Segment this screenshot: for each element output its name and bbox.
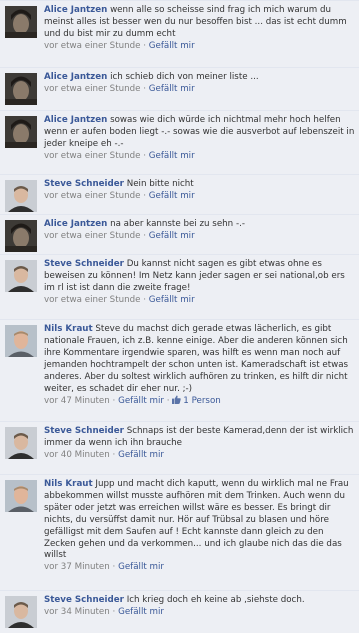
profile-photo-icon xyxy=(5,596,37,628)
comment-author-link[interactable]: Steve Schneider xyxy=(44,595,124,605)
avatar[interactable] xyxy=(5,427,37,459)
comment-author-link[interactable]: Steve Schneider xyxy=(44,426,124,436)
comment-meta: vor 37 Minuten · Gefällt mir xyxy=(44,562,164,573)
comment-timestamp[interactable]: vor etwa einer Stunde xyxy=(44,84,140,94)
thumbs-up-icon xyxy=(172,395,182,405)
comment-timestamp[interactable]: vor 40 Minuten xyxy=(44,450,110,460)
comment-item: Steve Schneider Schnaps ist der beste Ka… xyxy=(0,421,359,474)
comment-meta: vor 47 Minuten · Gefällt mir · 1 Person xyxy=(44,395,221,407)
comment-item: Nils Kraut Jupp und macht dich kaputt, w… xyxy=(0,474,359,590)
like-link[interactable]: Gefällt mir xyxy=(118,450,164,460)
comment-timestamp[interactable]: vor etwa einer Stunde xyxy=(44,231,140,241)
like-link[interactable]: Gefällt mir xyxy=(149,151,195,161)
comment-item: Alice Jantzen na aber kannste bei zu seh… xyxy=(0,214,359,254)
avatar[interactable] xyxy=(5,220,37,252)
comment-meta: vor 40 Minuten · Gefällt mir xyxy=(44,449,164,460)
comment-text: na aber kannste bei zu sehn -.- xyxy=(110,219,245,229)
comment-item: Steve Schneider Ich krieg doch eh keine … xyxy=(0,590,359,633)
avatar[interactable] xyxy=(5,260,37,292)
profile-photo-icon xyxy=(5,6,37,38)
like-link[interactable]: Gefällt mir xyxy=(149,191,195,201)
comment-author-link[interactable]: Alice Jantzen xyxy=(44,219,107,229)
comment-text: ich schieb dich von meiner liste ... xyxy=(110,72,259,82)
comment-author-link[interactable]: Nils Kraut xyxy=(44,479,93,489)
comment-text: Nein bitte nicht xyxy=(126,179,194,189)
comment-meta: vor etwa einer Stunde · Gefällt mir xyxy=(44,83,195,94)
like-link[interactable]: Gefällt mir xyxy=(118,396,164,406)
comment-text: Steve du machst dich gerade etwas lächer… xyxy=(44,324,349,394)
profile-photo-icon xyxy=(5,116,37,148)
comment-author-link[interactable]: Alice Jantzen xyxy=(44,72,107,82)
comment-item: Nils Kraut Steve du machst dich gerade e… xyxy=(0,319,359,421)
profile-photo-icon xyxy=(5,427,37,459)
avatar[interactable] xyxy=(5,325,37,357)
comment-timestamp[interactable]: vor 37 Minuten xyxy=(44,562,110,572)
comment-author-link[interactable]: Alice Jantzen xyxy=(44,115,107,125)
avatar[interactable] xyxy=(5,180,37,212)
comment-item: Steve Schneider Du kannst nicht sagen es… xyxy=(0,254,359,319)
comment-author-link[interactable]: Steve Schneider xyxy=(44,259,124,269)
avatar[interactable] xyxy=(5,6,37,38)
comment-meta: vor 34 Minuten · Gefällt mir xyxy=(44,606,164,617)
comment-author-link[interactable]: Nils Kraut xyxy=(44,324,93,334)
comment-timestamp[interactable]: vor etwa einer Stunde xyxy=(44,295,140,305)
profile-photo-icon xyxy=(5,480,37,512)
like-link[interactable]: Gefällt mir xyxy=(149,295,195,305)
like-link[interactable]: Gefällt mir xyxy=(149,41,195,51)
comment-meta: vor etwa einer Stunde · Gefällt mir xyxy=(44,190,195,201)
like-link[interactable]: Gefällt mir xyxy=(118,562,164,572)
comment-meta: vor etwa einer Stunde · Gefällt mir xyxy=(44,230,195,241)
comment-author-link[interactable]: Alice Jantzen xyxy=(44,5,107,15)
comment-timestamp[interactable]: vor etwa einer Stunde xyxy=(44,41,140,51)
likes-count-link[interactable]: 1 Person xyxy=(183,396,220,406)
comment-text: Jupp und macht dich kaputt, wenn du wirk… xyxy=(44,479,349,561)
comment-meta: vor etwa einer Stunde · Gefällt mir xyxy=(44,150,195,161)
comment-meta: vor etwa einer Stunde · Gefällt mir xyxy=(44,294,195,305)
profile-photo-icon xyxy=(5,220,37,252)
comment-meta: vor etwa einer Stunde · Gefällt mir xyxy=(44,40,195,51)
avatar[interactable] xyxy=(5,480,37,512)
profile-photo-icon xyxy=(5,325,37,357)
avatar[interactable] xyxy=(5,116,37,148)
comment-timestamp[interactable]: vor 47 Minuten xyxy=(44,396,110,406)
comment-item: Alice Jantzen sowas wie dich würde ich n… xyxy=(0,110,359,174)
comment-text: Ich krieg doch eh keine ab ,siehste doch… xyxy=(126,595,305,605)
like-link[interactable]: Gefällt mir xyxy=(118,607,164,617)
profile-photo-icon xyxy=(5,73,37,105)
like-link[interactable]: Gefällt mir xyxy=(149,84,195,94)
comment-item: Alice Jantzen wenn alle so scheisse sind… xyxy=(0,0,359,67)
comment-author-link[interactable]: Steve Schneider xyxy=(44,179,124,189)
comment-timestamp[interactable]: vor etwa einer Stunde xyxy=(44,151,140,161)
comment-timestamp[interactable]: vor etwa einer Stunde xyxy=(44,191,140,201)
avatar[interactable] xyxy=(5,73,37,105)
profile-photo-icon xyxy=(5,180,37,212)
comment-timestamp[interactable]: vor 34 Minuten xyxy=(44,607,110,617)
comment-item: Alice Jantzen ich schieb dich von meiner… xyxy=(0,67,359,110)
like-link[interactable]: Gefällt mir xyxy=(149,231,195,241)
profile-photo-icon xyxy=(5,260,37,292)
comment-item: Steve Schneider Nein bitte nicht vor etw… xyxy=(0,174,359,214)
avatar[interactable] xyxy=(5,596,37,628)
